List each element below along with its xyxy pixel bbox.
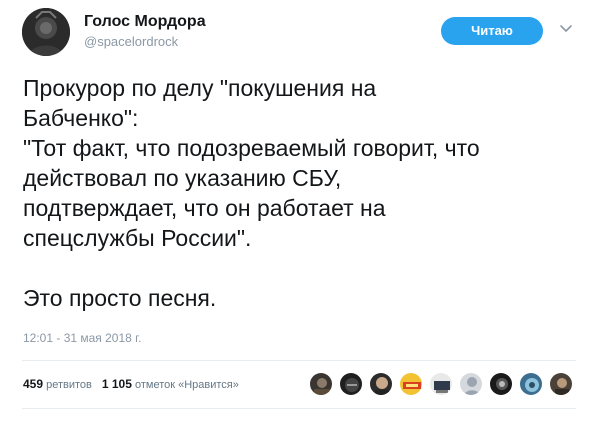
tweet-card: Голос Мордора @spacelordrock Читаю Проку… xyxy=(0,0,604,422)
liker-avatar[interactable] xyxy=(429,372,453,396)
divider xyxy=(22,408,576,409)
liker-avatar[interactable] xyxy=(399,372,423,396)
tweet-text-line: Это просто песня. xyxy=(23,285,217,311)
liker-avatar[interactable] xyxy=(489,372,513,396)
liker-avatar[interactable] xyxy=(459,372,483,396)
divider xyxy=(22,360,576,361)
liker-avatar[interactable] xyxy=(309,372,333,396)
author-avatar[interactable] xyxy=(22,8,70,56)
retweets-label: ретвитов xyxy=(46,379,92,391)
tweet-timestamp[interactable]: 12:01 - 31 мая 2018 г. xyxy=(23,331,141,345)
chevron-down-icon[interactable] xyxy=(559,22,573,36)
tweet-text-line: спецслужбы России". xyxy=(23,225,252,251)
tweet-stats: 459 ретвитов 1 105 отметок «Нравится» xyxy=(23,377,239,391)
following-button[interactable]: Читаю xyxy=(441,17,543,45)
tweet-text-line: "Тот факт, что подозреваемый говорит, чт… xyxy=(23,135,480,161)
likes-stat[interactable]: 1 105 отметок «Нравится» xyxy=(101,377,239,391)
liker-avatar[interactable] xyxy=(339,372,363,396)
liker-avatar[interactable] xyxy=(549,372,573,396)
author-display-name[interactable]: Голос Мордора xyxy=(84,13,206,31)
tweet-text-line: Прокурор по делу "покушения на xyxy=(23,75,377,101)
avatar-image xyxy=(22,8,70,56)
likes-label: отметок «Нравится» xyxy=(134,379,239,391)
retweets-count: 459 xyxy=(23,377,44,391)
liker-avatar[interactable] xyxy=(369,372,393,396)
tweet-text-line: подтверждает, что он работает на xyxy=(23,195,386,221)
liker-avatar[interactable] xyxy=(519,372,543,396)
likes-count: 1 105 xyxy=(101,377,132,391)
retweets-stat[interactable]: 459 ретвитов xyxy=(23,377,92,391)
tweet-text-line: действовал по указанию СБУ, xyxy=(23,165,342,191)
author-handle[interactable]: @spacelordrock xyxy=(84,34,178,49)
tweet-text-line: Бабченко": xyxy=(23,105,139,131)
tweet-text: Прокурор по делу "покушения на Бабченко"… xyxy=(23,73,583,313)
